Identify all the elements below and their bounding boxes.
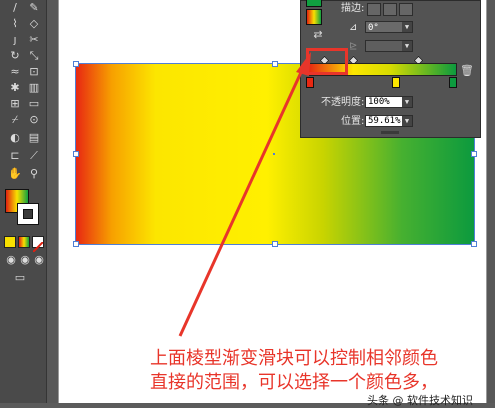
annotation-arrow xyxy=(178,52,311,337)
annotation-line-1: 上面棱型渐变滑块可以控制相邻颜色 xyxy=(150,348,438,369)
watermark: 头条 @ 软件技术知识 xyxy=(367,394,473,407)
annotation-text: 上面棱型渐变滑块可以控制相邻颜色 直接的范围，可以选择一个颜色多， xyxy=(150,347,490,395)
